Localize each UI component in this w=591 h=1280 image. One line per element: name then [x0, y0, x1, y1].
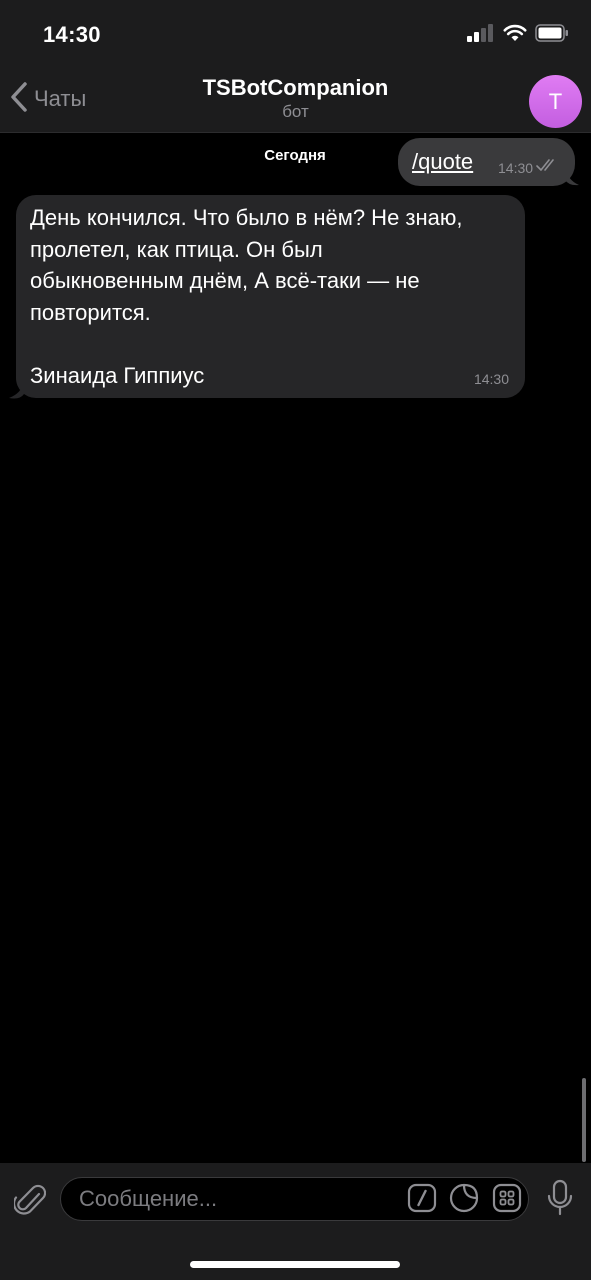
chat-subtitle: бот: [282, 102, 309, 121]
status-time: 14:30: [43, 22, 101, 47]
chat-title: TSBotCompanion: [202, 75, 389, 100]
date-separator: Сегодня: [264, 147, 326, 164]
message-field[interactable]: [60, 1177, 529, 1221]
status-icons: [467, 23, 569, 47]
home-indicator[interactable]: [190, 1261, 400, 1268]
avatar[interactable]: T: [529, 75, 582, 128]
outgoing-message-time: 14:30: [498, 159, 534, 176]
incoming-message-text: День кончился. Что было в нём? Не знаю, …: [30, 205, 463, 388]
bot-keyboard-button[interactable]: [491, 1183, 523, 1218]
chevron-left-icon: [8, 81, 30, 118]
message-input[interactable]: [79, 1186, 389, 1212]
battery-icon: [535, 23, 569, 47]
outgoing-message-meta: 14:30: [498, 158, 558, 177]
bot-keyboard-icon: [492, 1183, 522, 1218]
incoming-bubble-tail: [9, 381, 24, 399]
avatar-letter: T: [548, 88, 563, 114]
chat-title-area[interactable]: TSBotCompanion бот: [120, 74, 471, 122]
attach-button[interactable]: [12, 1181, 48, 1221]
wifi-icon: [503, 24, 527, 47]
voice-message-button[interactable]: [543, 1179, 577, 1222]
chat-header: Чаты TSBotCompanion бот T: [0, 70, 591, 133]
bot-commands-icon: [407, 1183, 437, 1218]
double-check-icon: [536, 158, 558, 177]
outgoing-message-bubble[interactable]: /quote 14:30: [398, 138, 575, 186]
sticker-button[interactable]: [448, 1183, 480, 1218]
outgoing-message-text[interactable]: /quote: [412, 149, 473, 175]
sticker-icon: [449, 1183, 479, 1218]
scrollbar[interactable]: [582, 1078, 586, 1162]
input-bar: [0, 1163, 591, 1280]
status-bar: 14:30: [0, 0, 591, 70]
incoming-message-time: 14:30: [473, 371, 509, 387]
back-button[interactable]: Чаты: [8, 81, 87, 118]
outgoing-bubble-tail: [565, 166, 579, 186]
bot-commands-button[interactable]: [406, 1183, 438, 1218]
message-list[interactable]: Сегодня /quote 14:30 День кончился. Что …: [0, 133, 591, 1163]
back-label: Чаты: [34, 86, 87, 111]
microphone-icon: [546, 1179, 574, 1222]
cellular-signal-icon: [467, 23, 495, 47]
incoming-message-bubble[interactable]: День кончился. Что было в нём? Не знаю, …: [16, 195, 525, 398]
paperclip-icon: [12, 1181, 47, 1222]
